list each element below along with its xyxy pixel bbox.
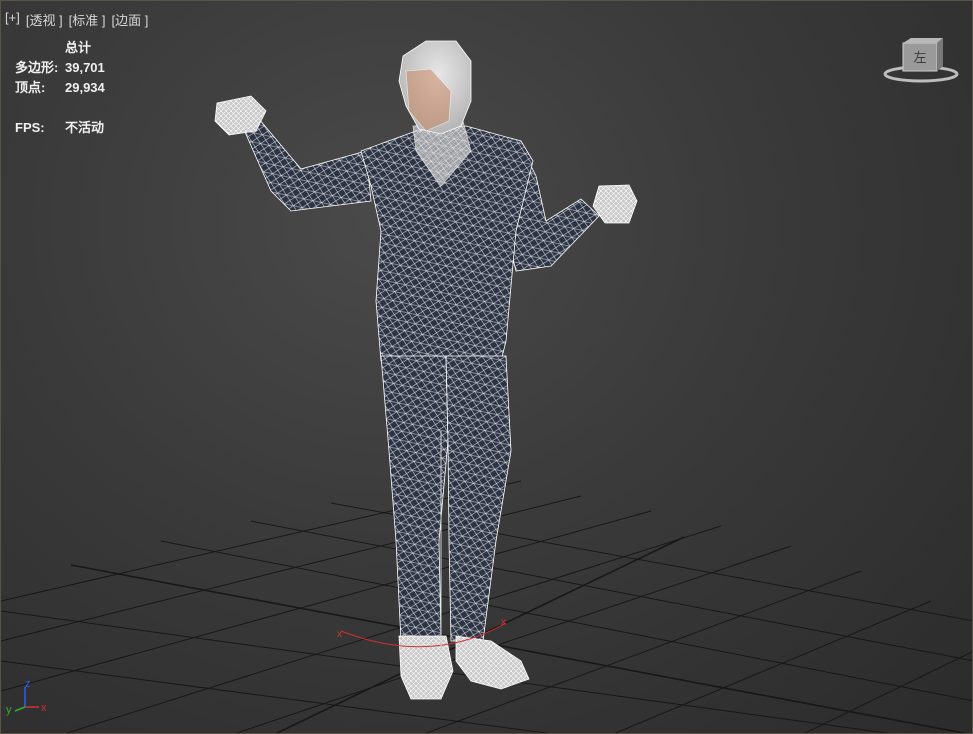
axis-y-label: y xyxy=(6,704,12,716)
world-axis-tripod: x z y xyxy=(6,678,47,716)
viewport-display-mode-menu[interactable]: [边面 ] xyxy=(112,10,149,29)
viewport-view-menu[interactable]: [透视 ] xyxy=(26,10,63,29)
viewcube[interactable]: 左 xyxy=(881,37,961,87)
fps-label: FPS: xyxy=(15,120,45,135)
stats-polygons-row: 多边形: 39,701 xyxy=(15,58,105,78)
mesh-left-leg xyxy=(380,355,449,642)
viewport-shading-quality-menu[interactable]: [标准 ] xyxy=(69,10,106,29)
vertices-value: 29,934 xyxy=(65,80,105,95)
scene-statistics: 总计 多边形: 39,701 顶点: 29,934 FPS: 不活动 xyxy=(15,38,105,138)
viewport-plus-menu[interactable]: [+] xyxy=(5,10,20,29)
mesh-left-shoe xyxy=(398,635,454,700)
stats-fps-row: FPS: 不活动 xyxy=(15,118,105,138)
axis-z-label: z xyxy=(25,678,31,690)
character-wireframe-mesh[interactable] xyxy=(214,40,638,700)
mesh-left-arm xyxy=(240,118,372,212)
polygons-value: 39,701 xyxy=(65,60,105,75)
stats-vertices-row: 顶点: 29,934 xyxy=(15,78,105,98)
svg-text:x: x xyxy=(337,629,342,640)
axis-x-label: x xyxy=(41,702,47,714)
stats-header: 总计 xyxy=(65,40,92,55)
fps-value: 不活动 xyxy=(65,120,105,135)
viewcube-face-label: 左 xyxy=(913,51,926,66)
viewport-label-menu: [+] [透视 ] [标准 ] [边面 ] xyxy=(5,10,148,29)
vertices-label: 顶点: xyxy=(15,80,46,95)
mesh-right-leg xyxy=(445,355,512,642)
perspective-viewport[interactable]: [+] [透视 ] [标准 ] [边面 ] 总计 多边形: 39,701 顶点:… xyxy=(0,0,973,734)
mesh-right-hand xyxy=(592,184,638,224)
svg-text:x: x xyxy=(501,617,506,628)
scene-canvas[interactable]: x x xyxy=(1,1,973,734)
mesh-right-shoe xyxy=(455,635,530,690)
polygons-label: 多边形: xyxy=(15,60,59,75)
